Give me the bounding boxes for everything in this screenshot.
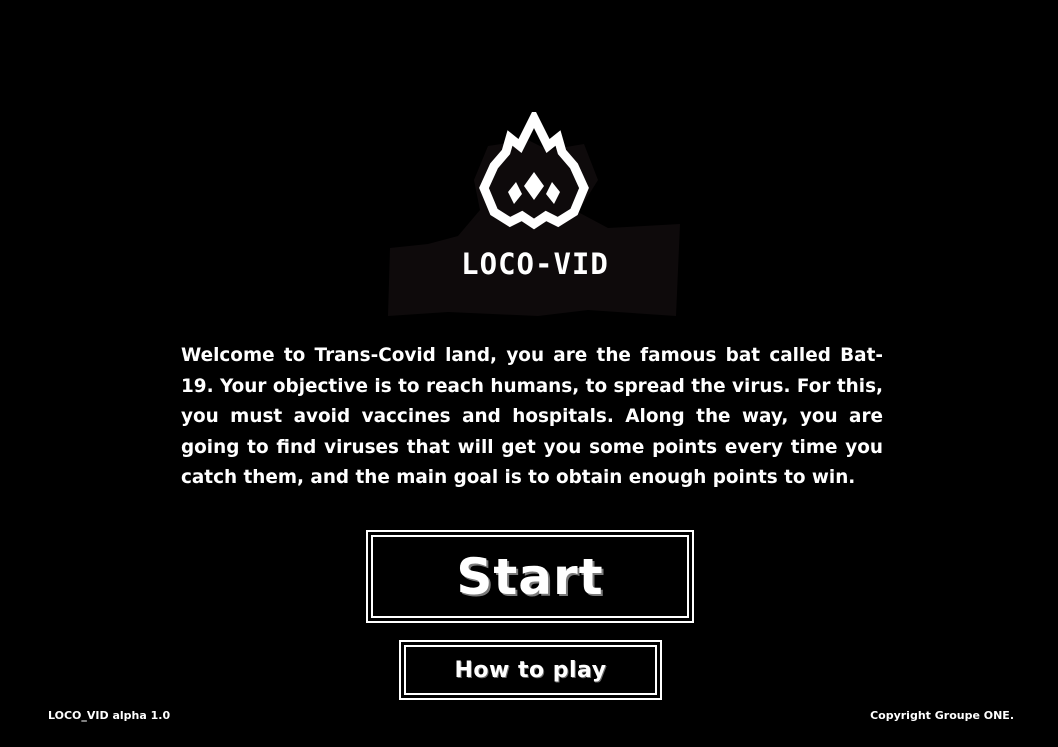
intro-description: Welcome to Trans-Covid land, you are the… [181, 345, 883, 488]
how-to-play-button[interactable]: How to play [399, 640, 662, 700]
how-to-play-button-label: How to play [404, 645, 657, 695]
game-logo-title: LOCO-VID [461, 247, 609, 281]
flame-bat-icon [479, 112, 589, 230]
copyright-label: Copyright Groupe ONE. [870, 709, 1014, 722]
start-button-label: Start [371, 535, 689, 618]
version-label: LOCO_VID alpha 1.0 [48, 709, 171, 722]
start-button[interactable]: Start [366, 530, 694, 623]
